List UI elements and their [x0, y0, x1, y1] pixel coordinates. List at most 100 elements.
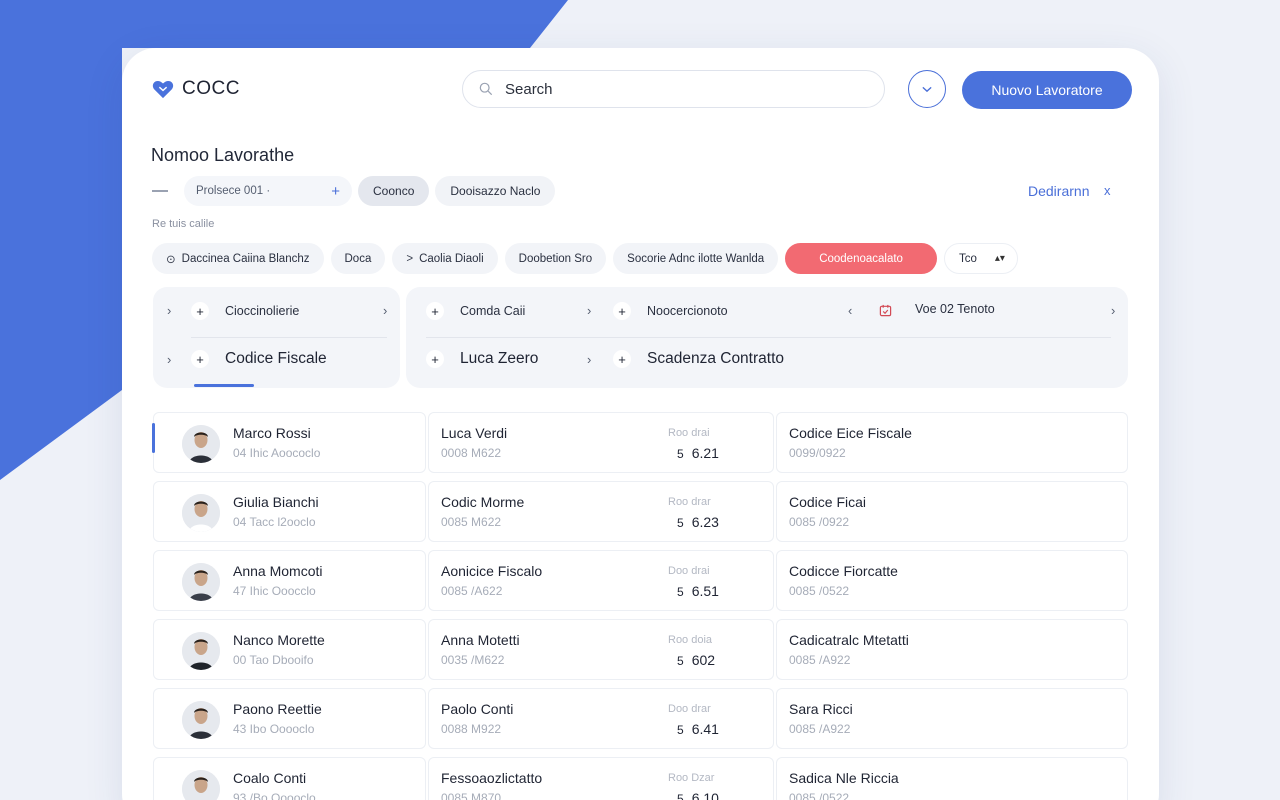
sort-item[interactable]: + Comda Caii: [426, 302, 525, 320]
worker-cell[interactable]: Anna Momcoti 47 Ihic Ooocclo: [153, 550, 426, 611]
chevron-right-icon[interactable]: ›: [167, 352, 171, 367]
contract-code: 0085 M622: [441, 515, 502, 529]
chip-6[interactable]: Tco ▴▾: [943, 243, 1018, 274]
collapse-dash[interactable]: [152, 190, 168, 192]
sort-item[interactable]: + Noocercionoto: [613, 302, 728, 320]
filter-pill-1[interactable]: Dooisazzo Naclo: [435, 176, 556, 206]
contract-cell[interactable]: Codic Morme 0085 M622 Roo drar 5 6.23: [428, 481, 774, 542]
page-title: Nomoo Lavorathe: [151, 145, 295, 165]
chip-3[interactable]: Doobetion Sro: [504, 243, 607, 274]
person-photo-icon: [182, 701, 220, 739]
main-card: COCC Nuovo Lavoratore Nomoo Lavorathe Pr…: [122, 48, 1159, 800]
fiscal-cell[interactable]: Codice Eice Fiscale 0099/0922: [776, 412, 1128, 473]
filter-row: Prolsece 001 · + Coonco Dooisazzo Naclo: [152, 176, 561, 206]
value: 5 6.51: [677, 583, 719, 599]
chip-label: Coodenoacalato: [819, 252, 903, 265]
chip-1[interactable]: Doca: [330, 243, 386, 274]
avatar: [182, 770, 220, 800]
person-photo-icon: [182, 632, 220, 670]
chevron-right-icon[interactable]: ›: [383, 303, 387, 318]
chevron-right-icon[interactable]: ›: [167, 303, 171, 318]
chip-2[interactable]: > Caolia Diaoli: [392, 243, 498, 274]
worker-name: Anna Momcoti: [233, 563, 323, 579]
worker-cell[interactable]: Marco Rossi 04 Ihic Aoococlo: [152, 412, 426, 473]
sort-item-label: Noocercionoto: [647, 304, 728, 318]
table-row[interactable]: Coalo Conti 93 /Bo Ooooclo Fessoaozlicta…: [153, 757, 1128, 800]
new-worker-button[interactable]: Nuovo Lavoratore: [962, 71, 1132, 109]
close-icon[interactable]: x: [1104, 183, 1111, 198]
sort-item[interactable]: + Scadenza Contratto: [613, 350, 784, 368]
person-photo-icon: [182, 425, 220, 463]
fiscal-code: 0085 /A922: [789, 722, 851, 736]
table-row[interactable]: Nanco Morette 00 Tao Dbooifo Anna Motett…: [153, 619, 1128, 680]
calendar-icon[interactable]: [879, 304, 892, 317]
filter-link[interactable]: Dedirarnn: [1028, 183, 1089, 199]
plus-icon[interactable]: +: [331, 183, 340, 200]
chip-label: Caolia Diaoli: [419, 252, 484, 265]
worker-cell[interactable]: Paono Reettie 43 Ibo Ooooclo: [153, 688, 426, 749]
contract-name: Paolo Conti: [441, 701, 514, 717]
contract-cell[interactable]: Luca Verdi 0008 M622 Roo drai 5 6.21: [428, 412, 774, 473]
value-label: Doo drai: [668, 565, 710, 577]
worker-cell[interactable]: Nanco Morette 00 Tao Dbooifo: [153, 619, 426, 680]
table-row[interactable]: Paono Reettie 43 Ibo Ooooclo Paolo Conti…: [153, 688, 1128, 749]
worker-cell[interactable]: Giulia Bianchi 04 Tacc l2ooclo: [153, 481, 426, 542]
chip-highlight[interactable]: Coodenoacalato: [785, 243, 937, 274]
search-input[interactable]: [505, 80, 845, 98]
chip-label: Doobetion Sro: [518, 252, 593, 265]
sort-toggle-icon[interactable]: ▴▾: [995, 253, 1005, 264]
value-number: 6.51: [691, 583, 719, 599]
value-number: 6.21: [691, 445, 719, 461]
fiscal-cell[interactable]: Codicce Fiorcatte 0085 /0522: [776, 550, 1128, 611]
fiscal-code: 0085 /A922: [789, 653, 851, 667]
filter-pill-0[interactable]: Coonco: [358, 176, 430, 206]
fiscal-name: Codice Ficai: [789, 494, 867, 510]
sort-item[interactable]: Voe 02 Tenoto: [915, 302, 995, 316]
fiscal-name: Codice Eice Fiscale: [789, 425, 912, 441]
sort-item[interactable]: + Cioccinolierie: [191, 302, 299, 320]
contract-code: 0085 /A622: [441, 584, 503, 598]
table-row[interactable]: Marco Rossi 04 Ihic Aoococlo Luca Verdi …: [152, 412, 1128, 473]
plus-icon: +: [613, 302, 631, 320]
value-label: Roo drai: [668, 427, 710, 439]
chevron-right-icon[interactable]: ›: [587, 352, 591, 367]
dropdown-button[interactable]: [908, 70, 946, 108]
filter-input[interactable]: Prolsece 001 · +: [184, 176, 352, 206]
sort-item[interactable]: + Codice Fiscale: [191, 350, 327, 368]
fiscal-cell[interactable]: Cadicatralc Mtetatti 0085 /A922: [776, 619, 1128, 680]
sort-item-label: Voe 02 Tenoto: [915, 302, 995, 316]
chip-label: Doca: [344, 252, 372, 265]
contract-cell[interactable]: Fessoaozlictatto 0085 M870 Roo Dzar 5 6.1…: [428, 757, 774, 800]
logo[interactable]: COCC: [152, 78, 240, 100]
fiscal-code: 0099/0922: [789, 446, 846, 460]
plus-icon: +: [426, 350, 444, 368]
contract-cell[interactable]: Aonicice Fiscalo 0085 /A622 Doo drai 5 6.…: [428, 550, 774, 611]
fiscal-cell[interactable]: Sadica Nle Riccia 0085 /0522: [776, 757, 1128, 800]
chip-0[interactable]: ⊙ Daccinea Caiina Blanchz: [152, 243, 324, 274]
table-row[interactable]: Anna Momcoti 47 Ihic Ooocclo Aonicice Fi…: [153, 550, 1128, 611]
value-label: Roo drar: [668, 496, 711, 508]
fiscal-name: Sara Ricci: [789, 701, 853, 717]
chevron-right-icon[interactable]: ›: [587, 303, 591, 318]
plus-icon: +: [613, 350, 631, 368]
active-underline: [194, 384, 254, 387]
table-row[interactable]: Giulia Bianchi 04 Tacc l2ooclo Codic Mor…: [153, 481, 1128, 542]
fiscal-name: Cadicatralc Mtetatti: [789, 632, 909, 648]
contract-cell[interactable]: Anna Motetti 0035 /M622 Roo doia 5 602: [428, 619, 774, 680]
chip-4[interactable]: Socorie Adnc ilotte Wanlda: [613, 243, 779, 274]
search-bar[interactable]: [462, 70, 885, 108]
value-number: 6.23: [691, 514, 719, 530]
fiscal-cell[interactable]: Codice Ficai 0085 /0922: [776, 481, 1128, 542]
contract-cell[interactable]: Paolo Conti 0088 M922 Doo drar 5 6.41: [428, 688, 774, 749]
worker-cell[interactable]: Coalo Conti 93 /Bo Ooooclo: [153, 757, 426, 800]
worker-name: Giulia Bianchi: [233, 494, 319, 510]
heart-icon: [152, 80, 174, 99]
section-label: Re tuis calile: [152, 218, 215, 230]
sort-item[interactable]: + Luca Zeero: [426, 350, 538, 368]
chevron-right-icon[interactable]: ›: [1111, 303, 1115, 318]
chip-icon: ⊙: [166, 253, 176, 266]
contract-name: Fessoaozlictatto: [441, 770, 543, 786]
fiscal-cell[interactable]: Sara Ricci 0085 /A922: [776, 688, 1128, 749]
fiscal-name: Codicce Fiorcatte: [789, 563, 898, 579]
chevron-left-icon[interactable]: ‹: [848, 303, 852, 318]
